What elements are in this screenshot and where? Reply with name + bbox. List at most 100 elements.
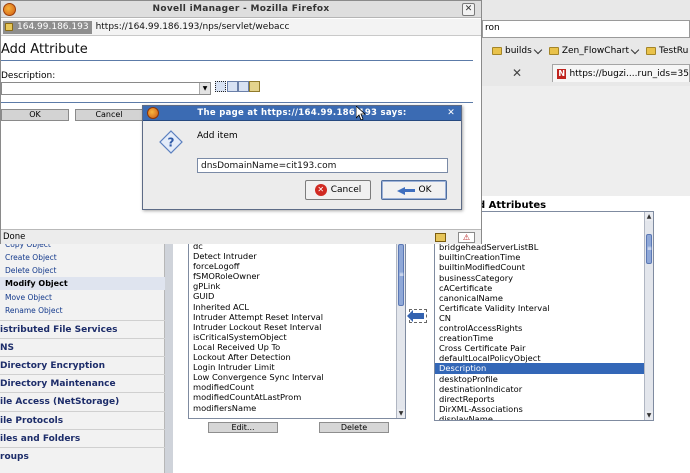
scroll-up-arrow[interactable]: ▲: [645, 212, 653, 221]
dialog-ok-label: OK: [418, 185, 432, 195]
add-value-icon[interactable]: [215, 81, 226, 92]
nav-category-files-and-folders[interactable]: iles and Folders: [0, 429, 165, 447]
tab-close-icon[interactable]: ✕: [482, 64, 552, 82]
tab-bugzilla[interactable]: Nhttps://bugzi....run_ids=35: [552, 64, 690, 82]
list-item[interactable]: CN: [435, 313, 653, 323]
nav-category-distributed-file-services[interactable]: istributed File Services: [0, 320, 165, 338]
list-item[interactable]: Intruder Attempt Reset Interval: [189, 312, 405, 322]
list-item[interactable]: fSMORoleOwner: [189, 271, 405, 281]
bookmark-zen-flowchart[interactable]: Zen_FlowChart: [548, 45, 640, 56]
title-divider: [1, 60, 473, 61]
status-text: Done: [3, 232, 26, 242]
dialog-close-button[interactable]: ✕: [445, 107, 457, 119]
nav-category-file-protocols[interactable]: ile Protocols: [0, 411, 165, 429]
dialog-titlebar[interactable]: The page at https://164.99.186.193 says:…: [143, 106, 461, 121]
prompt-dialog: The page at https://164.99.186.193 says:…: [142, 105, 462, 210]
list-item[interactable]: modifiedCount: [189, 382, 405, 392]
list-item[interactable]: canonicalName: [435, 293, 653, 303]
bookmark-testrun[interactable]: TestRu: [646, 46, 688, 56]
list-item[interactable]: DirXML-Associations: [435, 404, 653, 414]
list-item[interactable]: Local Received Up To: [189, 342, 405, 352]
cancel-icon: ✕: [314, 184, 327, 196]
popup-url: https://164.99.186.193/nps/servlet/webac…: [95, 22, 290, 32]
move-attribute-button[interactable]: [407, 309, 427, 323]
nav-category-directory-encryption[interactable]: Directory Encryption: [0, 356, 165, 374]
nav-item-modify-object[interactable]: Modify Object: [0, 277, 165, 290]
assigned-list-scrollbar[interactable]: ▲ ▼: [644, 212, 653, 420]
delete-attribute-button[interactable]: Delete: [319, 422, 389, 433]
list-item[interactable]: Inherited ACL: [189, 302, 405, 312]
list-item[interactable]: forceLogoff: [189, 261, 405, 271]
background-address-bar[interactable]: ron: [482, 20, 690, 38]
dialog-cancel-button[interactable]: ✕ Cancel: [305, 180, 371, 200]
nav-item-move-object[interactable]: Move Object: [0, 291, 165, 304]
edit-attribute-button[interactable]: Edit...: [208, 422, 278, 433]
prompt-label: Add item: [197, 131, 238, 141]
list-item[interactable]: controlAccessRights: [435, 323, 653, 333]
list-item[interactable]: builtinCreationTime: [435, 252, 653, 262]
warning-icon[interactable]: ⚠: [458, 232, 475, 243]
remove-value-icon[interactable]: [227, 81, 238, 92]
list-icon[interactable]: [238, 81, 249, 92]
popup-titlebar[interactable]: Novell iManager - Mozilla Firefox ✕: [1, 1, 481, 18]
site-ip: 164.99.186.193: [17, 21, 89, 32]
list-item[interactable]: Login Intruder Limit: [189, 362, 405, 372]
enter-arrow-icon: [396, 185, 415, 196]
list-item[interactable]: destinationIndicator: [435, 384, 653, 394]
list-item[interactable]: cACertificate: [435, 283, 653, 293]
bookmarks-bar: builds Zen_FlowChart TestRu: [482, 42, 690, 60]
popup-url-bar[interactable]: 164.99.186.193 https://164.99.186.193/np…: [1, 19, 481, 36]
dialog-ok-button[interactable]: OK: [381, 180, 447, 200]
list-item[interactable]: creationTime: [435, 333, 653, 343]
nav-item-rename-object[interactable]: Rename Object: [0, 304, 165, 317]
nav-item-create-object[interactable]: Create Object: [0, 251, 165, 264]
list-item[interactable]: displayName: [435, 414, 653, 420]
list-item[interactable]: Detect Intruder: [189, 251, 405, 261]
dropdown-arrow-icon[interactable]: ▼: [199, 83, 210, 94]
question-icon: ?: [159, 130, 183, 154]
list-item[interactable]: isCriticalSystemObject: [189, 332, 405, 342]
scroll-thumb[interactable]: [398, 244, 404, 306]
scroll-thumb[interactable]: [646, 234, 652, 264]
cancel-button[interactable]: Cancel: [75, 109, 143, 121]
list-item[interactable]: Cross Certificate Pair: [435, 343, 653, 353]
popup-close-button[interactable]: ✕: [462, 3, 475, 16]
scroll-down-arrow[interactable]: ▼: [645, 411, 653, 420]
lock-icon: [5, 22, 13, 31]
list-item[interactable]: modifiersName: [189, 403, 405, 413]
tab-label: https://bugzi....run_ids=35: [569, 68, 689, 79]
list-item[interactable]: GUID: [189, 291, 405, 301]
bookmark-builds[interactable]: builds: [492, 45, 543, 56]
available-attributes-list[interactable]: dc Detect Intruder forceLogoff fSMORoleOwne…: [188, 240, 406, 419]
background-tab-strip: ✕ Nhttps://bugzi....run_ids=35: [482, 62, 690, 82]
prompt-input[interactable]: [197, 158, 448, 173]
bookmark-label: Zen_FlowChart: [561, 46, 630, 56]
list-item[interactable]: defaultLocalPolicyObject: [435, 353, 653, 363]
list-item[interactable]: desktopProfile: [435, 374, 653, 384]
list-item[interactable]: builtinModifiedCount: [435, 262, 653, 272]
nav-category-directory-maintenance[interactable]: Directory Maintenance: [0, 374, 165, 392]
page-title: Add Attribute: [1, 42, 88, 57]
description-select[interactable]: ▼: [1, 82, 211, 95]
lock-icon[interactable]: [435, 233, 446, 242]
nav-category-dns[interactable]: NS: [0, 338, 165, 356]
list-item[interactable]: directReports: [435, 394, 653, 404]
nav-category-file-access[interactable]: ile Access (NetStorage): [0, 392, 165, 410]
site-identity-badge[interactable]: 164.99.186.193: [3, 20, 92, 34]
list-item[interactable]: Intruder Lockout Reset Interval: [189, 322, 405, 332]
ok-button[interactable]: OK: [1, 109, 69, 121]
list-item[interactable]: Certificate Validity Interval: [435, 303, 653, 313]
list-item[interactable]: modifiedCountAtLastProm: [189, 392, 405, 402]
nav-category-groups[interactable]: roups: [0, 447, 165, 465]
available-list-scrollbar[interactable]: ▼: [396, 241, 405, 418]
list-item[interactable]: Description: [435, 363, 653, 374]
available-attributes-items: dc Detect Intruder forceLogoff fSMORoleOwne…: [189, 241, 405, 413]
nav-item-delete-object[interactable]: Delete Object: [0, 264, 165, 277]
pencil-icon[interactable]: [249, 81, 260, 92]
scroll-down-arrow[interactable]: ▼: [397, 409, 405, 418]
list-item[interactable]: Low Convergence Sync Interval: [189, 372, 405, 382]
list-item[interactable]: Lockout After Detection: [189, 352, 405, 362]
nav-scrollbar[interactable]: [165, 240, 173, 473]
list-item[interactable]: gPLink: [189, 281, 405, 291]
list-item[interactable]: businessCategory: [435, 273, 653, 283]
